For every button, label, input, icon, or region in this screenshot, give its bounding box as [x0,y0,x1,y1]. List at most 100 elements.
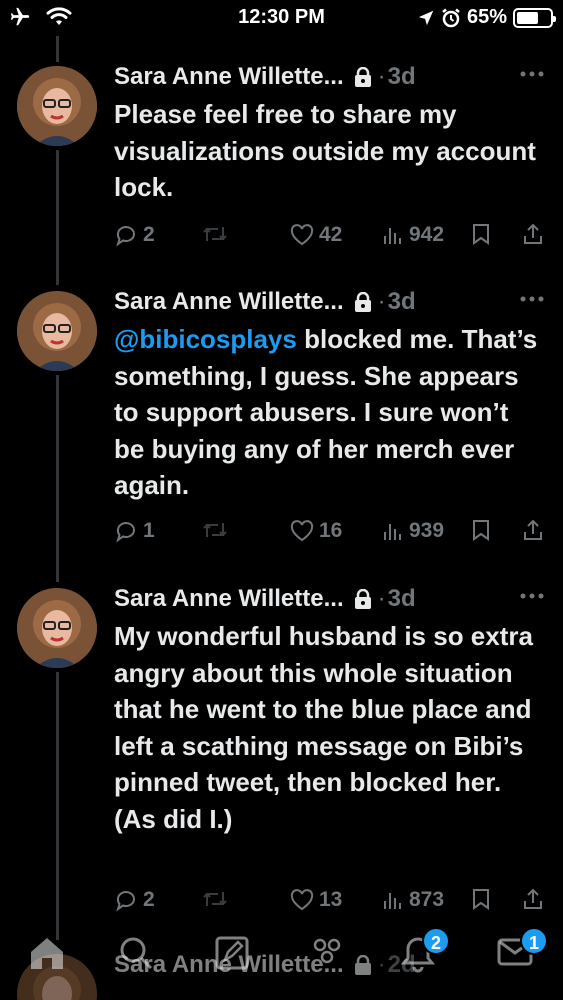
lock-icon [354,589,371,609]
lock-icon [354,67,371,87]
compose-icon [215,936,249,970]
retweet-icon [203,523,227,537]
avatar[interactable] [17,588,97,668]
bottom-nav: 2 1 [0,925,563,1000]
reply-count: 2 [143,223,155,246]
like-count: 13 [319,888,343,911]
status-right: 65% [417,6,556,29]
more-icon[interactable] [519,70,545,78]
search-icon [120,937,153,970]
nav-search[interactable] [118,935,154,976]
tweet[interactable]: Sara Anne Willette... · 3d Please feel f… [0,60,563,290]
home-icon [31,938,63,969]
reply-count: 2 [143,888,155,911]
nav-communities[interactable] [308,935,346,976]
reply-icon [116,226,135,247]
views-button[interactable]: 939 [382,519,444,543]
messages-badge: 1 [520,927,548,955]
tweet-text: My wonderful husband is so extra angry a… [114,621,533,834]
reply-button[interactable]: 2 [114,223,155,247]
views-button[interactable]: 873 [382,888,444,912]
views-icon [384,893,401,909]
bookmark-button[interactable] [472,519,490,541]
views-count: 939 [409,519,445,542]
retweet-icon [203,227,227,241]
views-icon [384,228,401,244]
like-icon [290,224,314,246]
location-icon [418,10,434,25]
author-name[interactable]: Sara Anne Willette... [114,585,344,613]
tweet[interactable]: Sara Anne Willette... · 3d @bibicosplays… [0,285,563,585]
tweet-body: Sara Anne Willette... · 3d My wonderful … [114,582,545,837]
views-count: 942 [409,223,445,246]
tweet-actions: 2 13 873 [114,888,546,918]
reply-icon [116,891,135,912]
separator-dot: · [377,288,386,315]
bookmark-button[interactable] [472,888,490,910]
communities-icon [313,938,341,964]
tweet-body: Sara Anne Willette... · 3d Please feel f… [114,60,545,206]
thread-line [56,36,59,62]
notifications-badge: 2 [422,927,450,955]
views-icon [384,524,401,540]
reply-count: 1 [143,519,155,542]
mention-link[interactable]: @bibicosplays [114,324,297,354]
share-icon [524,223,542,244]
bookmark-icon [473,520,489,541]
tweet-actions: 1 16 939 [114,519,546,549]
tweet-header: Sara Anne Willette... · 3d [114,285,545,319]
share-button[interactable] [522,223,544,245]
tweet[interactable]: Sara Anne Willette... · 3d My wonderful … [0,582,563,927]
author-name[interactable]: Sara Anne Willette... [114,288,344,316]
tweet-header: Sara Anne Willette... · 3d [114,582,545,616]
alarm-icon [442,8,460,27]
share-icon [524,888,542,909]
author-name[interactable]: Sara Anne Willette... [114,63,344,91]
views-button[interactable]: 942 [382,223,444,247]
like-icon [290,520,314,542]
reply-button[interactable]: 1 [114,519,155,543]
status-bar: 12:30 PM 65% [0,0,563,36]
nav-compose[interactable] [214,935,250,976]
share-button[interactable] [522,888,544,910]
lock-icon [354,292,371,312]
nav-home[interactable] [28,935,66,976]
tweet-actions: 2 42 942 [114,223,546,253]
separator-dot: · [377,585,386,612]
tweet-time[interactable]: 3d [388,63,416,91]
reply-icon [116,522,135,543]
like-button[interactable]: 42 [290,223,342,247]
tweet-text: Please feel free to share my visualizati… [114,99,536,202]
views-count: 873 [409,888,445,911]
reply-button[interactable]: 2 [114,888,155,912]
nav-notifications[interactable]: 2 [400,927,450,978]
tweet-time[interactable]: 3d [388,288,416,316]
tweet-text: @bibicosplays blocked me. That’s somethi… [114,321,545,504]
bookmark-icon [473,889,489,910]
like-icon [290,889,314,911]
more-icon[interactable] [519,295,545,303]
share-button[interactable] [522,519,544,541]
avatar[interactable] [17,291,97,371]
separator-dot: · [377,63,386,90]
like-count: 16 [319,519,343,542]
more-icon[interactable] [519,592,545,600]
like-count: 42 [319,223,343,246]
battery-percent: 65% [466,6,507,28]
share-icon [524,519,542,540]
avatar[interactable] [17,66,97,146]
battery-level [517,11,538,24]
battery-icon [513,7,556,28]
bookmark-button[interactable] [472,223,490,245]
retweet-button[interactable] [202,888,228,910]
nav-messages[interactable]: 1 [496,927,548,974]
like-button[interactable]: 16 [290,519,342,543]
retweet-button[interactable] [202,519,228,541]
tweet-body: Sara Anne Willette... · 3d @bibicosplays… [114,285,545,504]
retweet-button[interactable] [202,223,228,245]
like-button[interactable]: 13 [290,888,342,912]
tweet-time[interactable]: 3d [388,585,416,613]
retweet-icon [203,892,227,906]
bookmark-icon [473,224,489,245]
tweet-header: Sara Anne Willette... · 3d [114,60,545,94]
